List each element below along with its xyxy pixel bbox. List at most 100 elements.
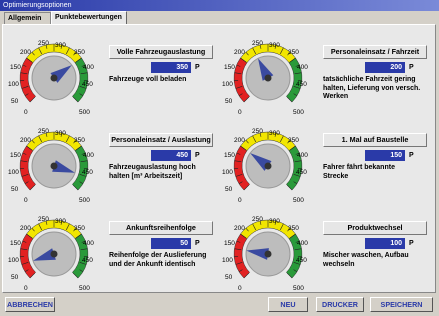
tab-allgemein[interactable]: Allgemein: [4, 12, 51, 24]
gauge-tick-label: 200: [234, 225, 245, 232]
gauge-tick-label: 450: [82, 169, 93, 176]
gauge-tick-label: 0: [238, 285, 242, 292]
cancel-button[interactable]: ABBRECHEN: [5, 297, 55, 312]
gauge-tick-label: 150: [10, 240, 21, 247]
gauge-tick-label: 400: [83, 64, 94, 71]
gauge-tick-label: 450: [296, 169, 307, 176]
gauge-tick-label: 200: [234, 137, 245, 144]
gauge-tick-label: 450: [296, 81, 307, 88]
score-gauge[interactable]: 0 50 100 150 200 250 300 350 400 450 500: [6, 201, 102, 292]
gauge-hub: [50, 250, 58, 258]
score-value-field[interactable]: 100: [365, 238, 405, 249]
score-gauge[interactable]: 0 50 100 150 200 250 300 350 400 450 500: [6, 25, 102, 116]
gauge-tick-label: 200: [20, 137, 31, 144]
gauge-tick-label: 300: [269, 130, 280, 137]
gauge-tick-label: 150: [10, 64, 21, 71]
score-value-field[interactable]: 350: [151, 62, 191, 73]
score-unit-label: P: [409, 152, 414, 159]
gauge-tick-label: 300: [269, 42, 280, 49]
gauge-tick-label: 50: [225, 98, 233, 105]
score-gauge[interactable]: 0 50 100 150 200 250 300 350 400 450 500: [6, 113, 102, 204]
criterion-title-button[interactable]: Ankunftsreihenfolge: [109, 221, 213, 235]
score-value-field[interactable]: 150: [365, 150, 405, 161]
criterion-description: Fahrzeuge voll beladen: [109, 76, 187, 83]
score-unit-label: P: [195, 152, 200, 159]
gauge-tick-label: 200: [20, 49, 31, 56]
gauge-tick-label: 150: [10, 152, 21, 159]
gauge-tick-label: 50: [225, 274, 233, 281]
score-value-field[interactable]: 50: [151, 238, 191, 249]
gauge-tick-label: 50: [11, 186, 19, 193]
gauge-tick-label: 400: [297, 64, 308, 71]
gauge-tick-label: 50: [11, 98, 19, 105]
gauge-tick-label: 250: [252, 216, 263, 223]
gauge-tick-label: 100: [8, 257, 19, 264]
gauge-tick-label: 300: [55, 218, 66, 225]
gauge-tick-label: 350: [74, 49, 85, 56]
gauge-tick-label: 250: [38, 128, 49, 135]
criterion-description: Fahrzeugauslastung hoch halten [m³ Arbei…: [109, 164, 196, 180]
criterion-description: Reihenfolge der Auslieferung und der Ank…: [109, 252, 207, 268]
criterion-description: Mischer waschen, Aufbau wechseln: [323, 252, 409, 268]
criterion-title-button[interactable]: Volle Fahrzeugauslastung: [109, 45, 213, 59]
gauge-tick-label: 200: [234, 49, 245, 56]
gauge-tick-label: 250: [38, 40, 49, 47]
tab-punktebewertungen[interactable]: Punktebewertungen: [51, 11, 127, 24]
criterion-description: tatsächliche Fahrzeit gering halten, Lie…: [323, 76, 421, 101]
gauge-tick-label: 400: [83, 240, 94, 247]
score-unit-label: P: [409, 64, 414, 71]
save-button[interactable]: SPEICHERN: [370, 297, 433, 312]
gauge-tick-label: 100: [8, 169, 19, 176]
score-unit-label: P: [195, 240, 200, 247]
gauge-tick-label: 400: [297, 240, 308, 247]
gauge-hub: [50, 74, 58, 82]
gauge-hub: [264, 250, 272, 258]
gauge-tick-label: 300: [55, 42, 66, 49]
gauge-tick-label: 450: [296, 257, 307, 264]
score-gauge[interactable]: 0 50 100 150 200 250 300 350 400 450 500: [220, 113, 316, 204]
criterion-title-button[interactable]: Produktwechsel: [323, 221, 427, 235]
gauge-tick-label: 0: [24, 285, 28, 292]
score-unit-label: P: [195, 64, 200, 71]
score-gauge[interactable]: 0 50 100 150 200 250 300 350 400 450 500: [220, 25, 316, 116]
gauge-hub: [264, 74, 272, 82]
score-value-field[interactable]: 200: [365, 62, 405, 73]
button-bar: ABBRECHEN NEU DRUCKER SPEICHERN: [0, 294, 439, 316]
gauge-tick-label: 450: [82, 81, 93, 88]
gauge-tick-label: 100: [8, 81, 19, 88]
gauge-tick-label: 500: [293, 285, 304, 292]
criterion-title-button[interactable]: Personaleinsatz / Fahrzeit: [323, 45, 427, 59]
gauge-tick-label: 400: [297, 152, 308, 159]
gauge-tick-label: 100: [222, 81, 233, 88]
score-value-field[interactable]: 450: [151, 150, 191, 161]
gauge-tick-label: 300: [269, 218, 280, 225]
new-button[interactable]: NEU: [268, 297, 308, 312]
gauge-tick-label: 150: [224, 240, 235, 247]
gauge-tick-label: 150: [224, 152, 235, 159]
gauge-hub: [264, 162, 272, 170]
criterion-title-button[interactable]: 1. Mal auf Baustelle: [323, 133, 427, 147]
score-gauge[interactable]: 0 50 100 150 200 250 300 350 400 450 500: [220, 201, 316, 292]
gauge-tick-label: 450: [82, 257, 93, 264]
gauge-tick-label: 500: [79, 285, 90, 292]
criterion-description: Fahrer fährt bekannte Strecke: [323, 164, 395, 180]
criteria-panel: 0 50 100 150 200 250 300 350 400 450 500 Volle Fahr…: [2, 24, 436, 293]
gauge-tick-label: 150: [224, 64, 235, 71]
gauge-tick-label: 350: [74, 137, 85, 144]
gauge-tick-label: 350: [74, 225, 85, 232]
gauge-tick-label: 350: [288, 137, 299, 144]
gauge-tick-label: 250: [252, 40, 263, 47]
gauge-tick-label: 350: [288, 225, 299, 232]
gauge-tick-label: 400: [83, 152, 94, 159]
gauge-tick-label: 200: [20, 225, 31, 232]
window-title: Optimierungsoptionen: [0, 0, 439, 11]
gauge-hub: [50, 162, 58, 170]
score-unit-label: P: [409, 240, 414, 247]
gauge-tick-label: 100: [222, 169, 233, 176]
gauge-tick-label: 250: [38, 216, 49, 223]
gauge-tick-label: 50: [11, 274, 19, 281]
print-button[interactable]: DRUCKER: [316, 297, 364, 312]
gauge-tick-label: 350: [288, 49, 299, 56]
gauge-tick-label: 250: [252, 128, 263, 135]
criterion-title-button[interactable]: Personaleinsatz / Auslastung: [109, 133, 213, 147]
